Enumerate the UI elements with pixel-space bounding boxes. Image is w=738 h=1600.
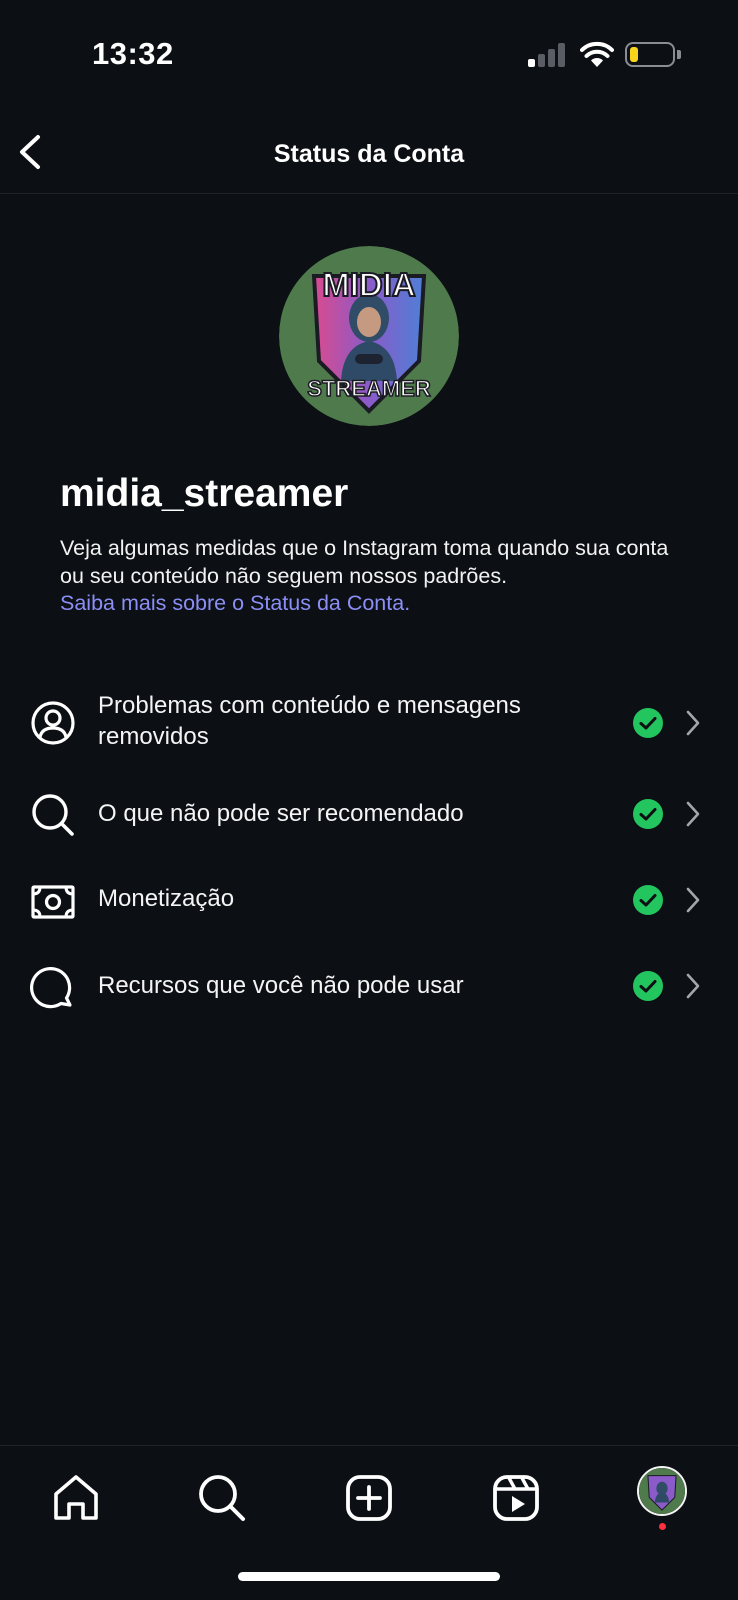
status-item-removed-content[interactable]: Problemas com conteúdo e mensagens remov… [0, 680, 738, 770]
status-item-features[interactable]: Recursos que você não pode usar [0, 948, 738, 1028]
description-text: Veja algumas medidas que o Instagram tom… [60, 536, 669, 588]
avatar-logo-small [639, 1468, 685, 1514]
avatar-logo: MIDIA STREAMER [279, 246, 459, 426]
account-status-screen: 13:32 Status da Conta MIDIA STREAMER mid… [0, 0, 738, 1600]
signal-icon [528, 43, 566, 67]
profile-avatar-nav[interactable] [637, 1466, 687, 1516]
status-item-monetization[interactable]: Monetização [0, 862, 738, 942]
header: Status da Conta [0, 110, 738, 194]
check-circle-icon [633, 799, 663, 829]
wifi-icon [580, 41, 614, 67]
status-time: 13:32 [92, 36, 174, 71]
status-item-label: O que não pode ser recomendado [98, 800, 464, 827]
learn-more-link[interactable]: Saiba mais sobre o Status da Conta. [60, 590, 690, 618]
username: midia_streamer [60, 472, 349, 515]
avatar-text-bottom: STREAMER [307, 376, 431, 401]
check-circle-icon [633, 885, 663, 915]
chevron-right-icon [686, 801, 700, 827]
create-icon[interactable] [341, 1470, 397, 1526]
page-title: Status da Conta [273, 140, 465, 168]
chevron-right-icon [686, 887, 700, 913]
reels-icon[interactable] [488, 1470, 544, 1526]
chevron-right-icon [686, 973, 700, 999]
status-item-label: Recursos que você não pode usar [98, 972, 464, 999]
status-item-recommendations[interactable]: O que não pode ser recomendado [0, 775, 738, 855]
profile-avatar: MIDIA STREAMER [279, 246, 459, 426]
battery-tip [677, 50, 681, 59]
check-circle-icon [633, 971, 663, 1001]
search-icon[interactable] [194, 1470, 250, 1526]
chat-bubble-icon [30, 967, 72, 1009]
check-circle-icon [633, 708, 663, 738]
home-icon[interactable] [48, 1470, 104, 1526]
search-icon [32, 794, 74, 836]
status-bar: 13:32 [0, 0, 738, 110]
status-description: Veja algumas medidas que o Instagram tom… [60, 535, 690, 618]
money-icon [31, 885, 75, 919]
battery-icon [625, 42, 675, 67]
notification-dot [659, 1523, 666, 1530]
user-circle-icon [31, 701, 75, 745]
status-item-label: Problemas com conteúdo e mensagens remov… [98, 692, 521, 750]
home-indicator [238, 1572, 500, 1581]
battery-level [630, 47, 638, 62]
chevron-right-icon [686, 710, 700, 736]
status-item-label: Monetização [98, 885, 235, 912]
avatar-text-top: MIDIA [322, 266, 416, 303]
